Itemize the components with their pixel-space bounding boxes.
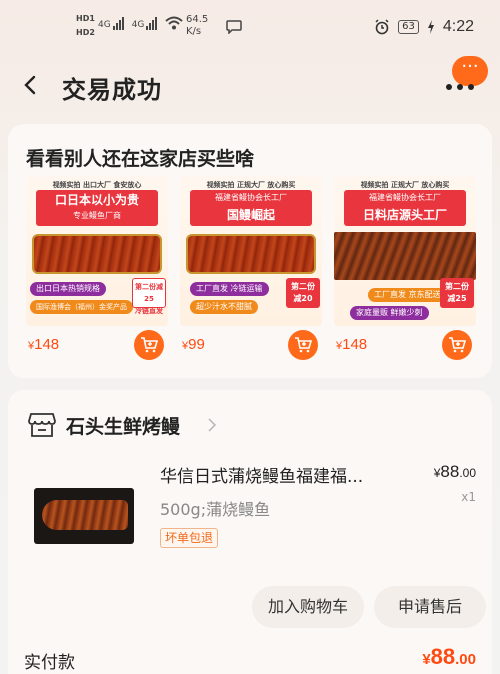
add-to-cart-button[interactable] [288,330,318,360]
signal-icon [146,16,158,30]
back-arrow-icon[interactable] [20,74,42,96]
price-value: 148 [34,336,60,353]
recommend-product[interactable]: 视频实拍 正规大厂 放心购买 福建省鳗协会长工厂 日料店源头工厂 工厂直发 京东… [334,176,476,372]
paid-amount: ¥88.00 [422,644,476,670]
image-pill: 超少汁水不甜腻 [190,300,258,314]
banner-main: 日料店源头工厂 [362,208,447,222]
product-image[interactable]: 视频实拍 出口大厂 食安放心 口日本以小为贵 专业鳗鱼厂商 出口日本热销规格 国… [26,176,168,326]
signal-group: 4G 4G [98,16,184,30]
image-pill: 工厂直发 冷链运输 [190,282,269,296]
hd1-indicator: HD1 [76,14,95,23]
eel-image [186,234,316,274]
battery-icon: 63 [398,20,419,34]
speed-value: 64.5 [186,14,209,25]
image-top-line: 视频实拍 正规大厂 放心购买 [206,181,296,189]
recommend-product[interactable]: 视频实拍 出口大厂 食安放心 口日本以小为贵 专业鳗鱼厂商 出口日本热销规格 国… [26,176,168,372]
net-speed: 64.5 K/s [186,14,208,38]
image-pill: 家庭量贩 鲜嫩少刺 [350,306,429,320]
eel-image [334,232,476,280]
paid-label: 实付款 [24,653,75,673]
cart-plus-icon [141,337,158,353]
discount-tag: 第二份减25 冷链直发 [132,278,166,315]
message-icon [226,20,242,34]
image-banner: 口日本以小为贵 专业鳗鱼厂商 [36,190,158,226]
tag-text: 第二份 [291,282,315,291]
image-pill: 工厂直发 京东配送 [368,288,447,302]
after-sales-button[interactable]: 申请售后 [374,586,486,628]
image-banner: 福建省鳗协会长工厂 国鳗崛起 [190,190,312,226]
cart-plus-icon [295,337,312,353]
product-price: ¥148 [336,336,367,353]
charging-icon [427,20,434,34]
status-right: 63 4:22 [374,18,474,36]
recommend-product[interactable]: 视频实拍 正规大厂 放心购买 福建省鳗协会长工厂 国鳗崛起 工厂直发 冷链运输 … [180,176,322,372]
banner-main: 国鳗崛起 [226,208,275,222]
product-image[interactable]: 视频实拍 正规大厂 放心购买 福建省鳗协会长工厂 日料店源头工厂 工厂直发 京东… [334,176,476,326]
price-dec: .00 [455,651,476,668]
banner-sub: 专业鳗鱼厂商 [73,211,121,220]
more-menu-icon[interactable] [446,84,474,90]
image-pill: 出口日本热销规格 [30,282,106,296]
net1-label: 4G [98,20,111,30]
tag-text: 第二份减25 [135,283,163,303]
product-price: ¥148 [28,336,59,353]
notification-bubble[interactable]: ··· [452,56,488,86]
cart-plus-icon [449,337,466,353]
recommend-card: 看看别人还在这家店买些啥 视频实拍 出口大厂 食安放心 口日本以小为贵 专业鳗鱼… [8,124,492,378]
price-int: 88 [430,644,456,669]
service-badge: 坏单包退 [160,528,219,548]
image-pill: 国际渔博会（福州）金奖产品 [30,300,133,314]
banner-sub: 福建省鳗协会长工厂 [369,193,441,202]
signal-icon [112,16,124,30]
product-price: ¥99 [182,336,205,353]
price-value: 148 [342,336,368,353]
item-quantity: x1 [461,490,476,504]
discount-tag: 第二份减20 [286,278,320,308]
order-card: 石头生鲜烤鳗 华信日式蒲烧鳗鱼福建福... ¥88.00 x1 500g;蒲烧鳗… [8,390,492,674]
status-bar: HD1 HD2 4G 4G 64.5 K/s 63 4:22 [0,0,500,48]
tag-sub: 减25 [447,294,467,303]
add-to-cart-button[interactable]: 加入购物车 [252,586,364,628]
image-top-line: 视频实拍 正规大厂 放心购买 [360,181,450,189]
currency: ¥ [422,651,431,668]
tag-sub: 减20 [293,294,313,303]
item-thumbnail[interactable] [34,488,134,544]
hd2-indicator: HD2 [76,28,95,37]
store-name[interactable]: 石头生鲜烤鳗 [66,412,180,439]
item-title[interactable]: 华信日式蒲烧鳗鱼福建福... [160,462,390,487]
page-title: 交易成功 [62,76,162,104]
clock: 4:22 [442,18,474,35]
price-value: 99 [188,336,205,353]
wifi-icon [165,16,184,30]
eel-image [32,234,162,274]
discount-tag: 第二份减25 [440,278,474,308]
image-banner: 福建省鳗协会长工厂 日料店源头工厂 [344,190,466,226]
tag-sub: 冷链直发 [135,307,163,315]
product-image[interactable]: 视频实拍 正规大厂 放心购买 福建省鳗协会长工厂 国鳗崛起 工厂直发 冷链运输 … [180,176,322,326]
add-to-cart-button[interactable] [134,330,164,360]
add-to-cart-button[interactable] [442,330,472,360]
net2-label: 4G [131,20,145,30]
price-int: 88 [440,462,460,481]
speed-unit: K/s [186,26,202,37]
store-icon [28,413,56,437]
price-dec: .00 [459,466,476,480]
banner-sub: 福建省鳗协会长工厂 [215,193,287,202]
item-price: ¥88.00 [434,462,476,482]
chevron-right-icon[interactable] [206,418,218,432]
eel-image [42,500,128,530]
banner-main: 口日本以小为贵 [54,193,139,207]
tag-text: 第二份 [445,282,469,291]
alarm-icon [375,19,389,35]
item-spec: 500g;蒲烧鳗鱼 [160,500,271,519]
recommend-title: 看看别人还在这家店买些啥 [26,148,255,170]
image-top-line: 视频实拍 出口大厂 食安放心 [52,181,142,189]
